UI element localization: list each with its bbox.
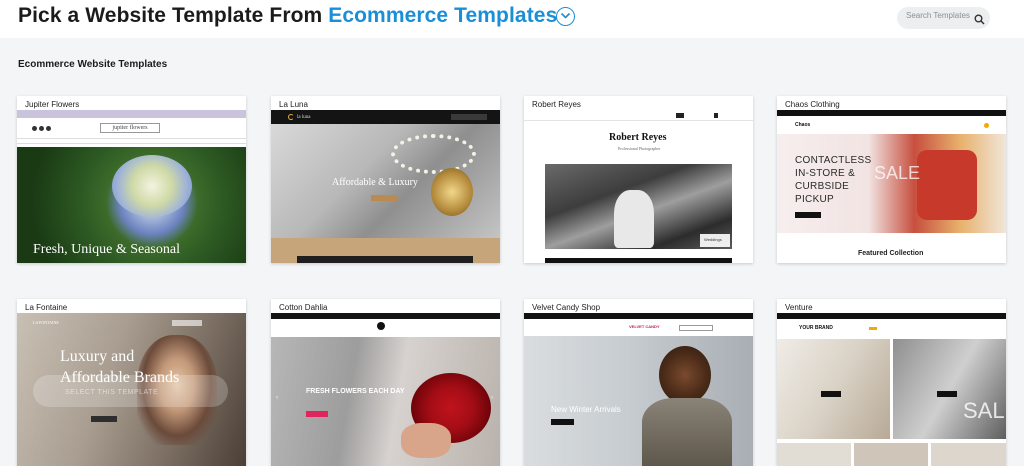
shop-now-button	[795, 212, 821, 218]
template-name: La Luna	[279, 100, 308, 109]
template-brand: VELVET CANDY	[629, 324, 660, 329]
template-preview[interactable]: LA FONTAINE Luxury and Affordable Brands…	[17, 313, 246, 466]
search-box[interactable]	[897, 7, 990, 29]
template-name: Jupiter Flowers	[25, 100, 80, 109]
shop-now-button	[371, 195, 397, 201]
template-hero-text: Robert Reyes	[609, 132, 667, 143]
category-dropdown-icon[interactable]	[556, 7, 575, 26]
template-card-velvet-candy-shop[interactable]: Velvet Candy Shop VELVET CANDY New Winte…	[524, 299, 753, 466]
template-name: Cotton Dahlia	[279, 303, 328, 312]
template-preview[interactable]: la luna Affordable & Luxury	[271, 110, 500, 263]
template-hero-text: New Winter Arrivals	[551, 405, 621, 414]
template-card-cotton-dahlia[interactable]: Cotton Dahlia FRESH FLOWERS EACH DAY ‹ ›	[271, 299, 500, 466]
template-card-chaos-clothing[interactable]: Chaos Clothing Chaos SALE CONTACTLESS IN…	[777, 96, 1006, 263]
template-sub-text: Professional Photographer	[618, 146, 661, 151]
template-caption: Weddings	[704, 237, 722, 242]
template-brand: YOUR BRAND	[799, 325, 833, 331]
search-icon[interactable]	[974, 12, 985, 30]
template-overlay-text: SALE	[874, 163, 921, 183]
template-name: Robert Reyes	[532, 100, 581, 109]
template-card-la-luna[interactable]: La Luna la luna Affordable & Luxury	[271, 96, 500, 263]
template-hero-text: FRESH FLOWERS EACH DAY	[306, 388, 405, 395]
template-preview[interactable]: FRESH FLOWERS EACH DAY ‹ ›	[271, 313, 500, 466]
template-brand: Chaos	[795, 122, 811, 128]
template-hero-text: Luxury and Affordable Brands	[60, 348, 180, 386]
top-bar: Pick a Website Template From Ecommerce T…	[0, 0, 1024, 38]
template-footer-text: Featured Collection	[858, 250, 924, 257]
select-template-button[interactable]: SELECT THIS TEMPLATE	[65, 389, 158, 396]
template-brand: LA FONTAINE	[33, 320, 59, 325]
shop-now-button	[821, 391, 841, 397]
section-title: Ecommerce Website Templates	[18, 59, 168, 70]
template-card-robert-reyes[interactable]: Robert Reyes Robert Reyes Professional P…	[524, 96, 753, 263]
template-overlay-text: SAL	[963, 398, 1005, 423]
template-name: Velvet Candy Shop	[532, 303, 601, 312]
template-card-la-fontaine[interactable]: La Fontaine LA FONTAINE Luxury and Affor…	[17, 299, 246, 466]
template-preview[interactable]: jupiter flowers Fresh, Unique & Seasonal	[17, 110, 246, 263]
template-preview[interactable]: VELVET CANDY New Winter Arrivals	[524, 313, 753, 466]
template-name: Venture	[785, 303, 813, 312]
template-preview[interactable]: Robert Reyes Professional Photographer W…	[524, 110, 753, 263]
shop-now-button-2	[937, 391, 957, 397]
template-hero-text: Fresh, Unique & Seasonal	[33, 242, 180, 257]
search-input[interactable]	[906, 11, 970, 20]
template-name: La Fontaine	[25, 303, 68, 312]
template-preview[interactable]: YOUR BRAND SAL	[777, 313, 1006, 466]
template-hero-text: Affordable & Luxury	[332, 177, 418, 188]
category-name[interactable]: Ecommerce Templates	[328, 4, 557, 27]
shop-now-button	[91, 416, 117, 422]
template-hero-text: CONTACTLESS IN-STORE & CURBSIDE PICKUP	[795, 155, 872, 205]
carousel-prev-icon[interactable]: ‹	[276, 395, 278, 401]
shop-now-button	[306, 411, 328, 417]
title-prefix: Pick a Website Template From	[18, 4, 329, 27]
template-brand: jupiter flowers	[100, 123, 160, 133]
carousel-next-icon[interactable]: ›	[491, 395, 493, 401]
template-name: Chaos Clothing	[785, 100, 840, 109]
shop-now-button	[551, 419, 574, 425]
template-card-venture[interactable]: Venture YOUR BRAND SAL	[777, 299, 1006, 466]
template-preview[interactable]: Chaos SALE CONTACTLESS IN-STORE & CURBSI…	[777, 110, 1006, 263]
page-title: Pick a Website Template From Ecommerce T…	[18, 4, 557, 28]
template-card-jupiter-flowers[interactable]: Jupiter Flowers jupiter flowers Fresh, U…	[17, 96, 246, 263]
template-brand: la luna	[297, 115, 311, 120]
